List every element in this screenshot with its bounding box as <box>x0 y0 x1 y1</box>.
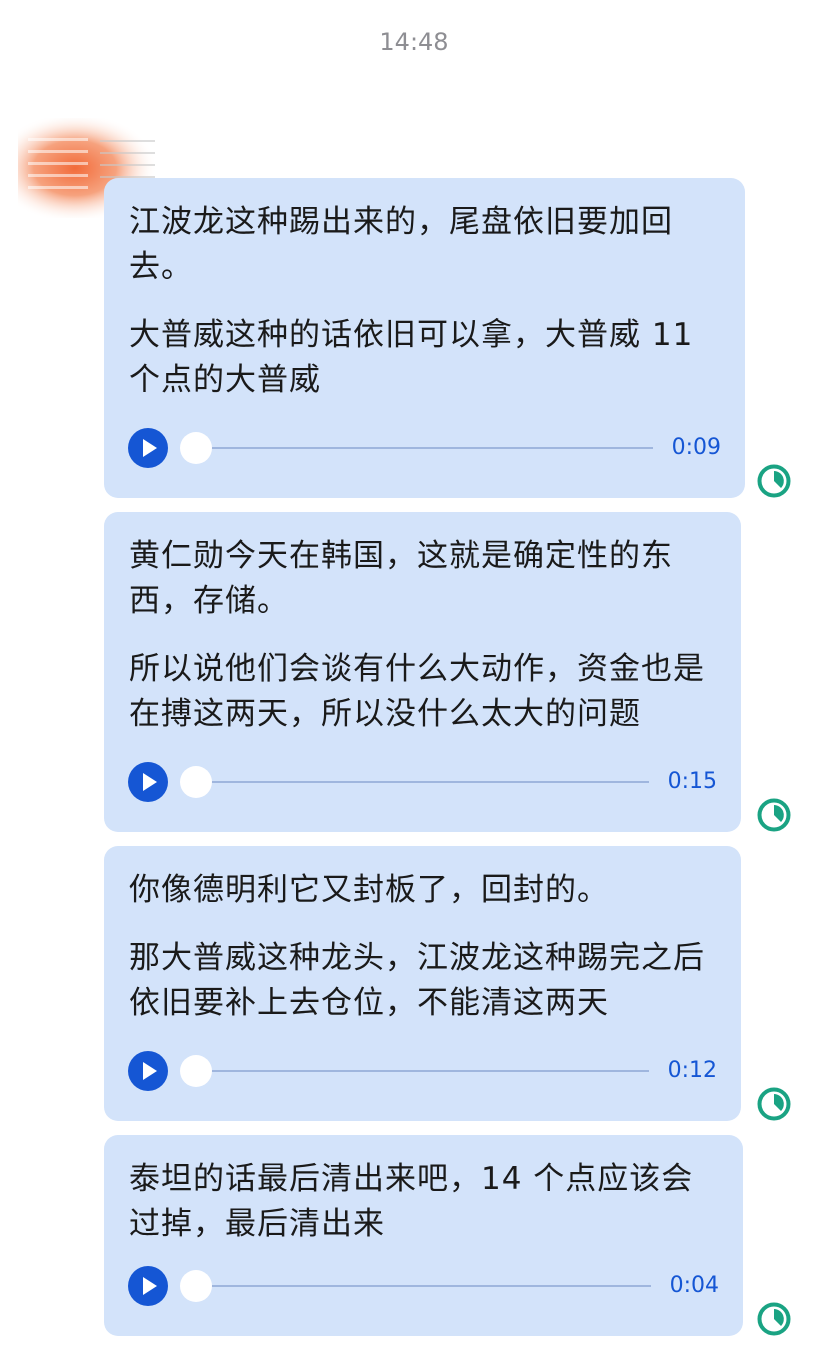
audio-scrubber-handle[interactable] <box>180 766 212 798</box>
transcript-paragraph: 泰坦的话最后清出来吧，14 个点应该会过掉，最后清出来 <box>129 1161 694 1242</box>
audio-progress-track[interactable] <box>188 447 653 449</box>
voice-player: 0:04 <box>128 1266 719 1306</box>
play-icon <box>143 1062 157 1080</box>
audio-duration: 0:04 <box>669 1273 719 1298</box>
play-button[interactable] <box>128 428 168 468</box>
play-button[interactable] <box>128 1266 168 1306</box>
audio-duration: 0:12 <box>667 1058 717 1083</box>
clock-status-icon <box>757 464 791 498</box>
audio-progress-track[interactable] <box>188 781 649 783</box>
play-icon <box>143 773 157 791</box>
clock-status-icon <box>757 798 791 832</box>
play-button[interactable] <box>128 762 168 802</box>
play-icon <box>143 439 157 457</box>
play-button[interactable] <box>128 1051 168 1091</box>
transcript-paragraph: 你像德明利它又封板了，回封的。 <box>129 872 609 908</box>
audio-progress-track[interactable] <box>188 1285 651 1287</box>
clock-status-icon <box>757 1302 791 1336</box>
audio-duration: 0:15 <box>667 769 717 794</box>
transcript-paragraph: 江波龙这种踢出来的，尾盘依旧要加回去。 <box>129 204 673 285</box>
voice-message-bubble[interactable]: 黄仁勋今天在韩国，这就是确定性的东西，存储。 所以说他们会谈有什么大动作，资金也… <box>104 512 741 832</box>
clock-status-icon <box>757 1087 791 1121</box>
transcript-paragraph: 那大普威这种龙头，江波龙这种踢完之后依旧要补上去仓位，不能清这两天 <box>129 940 705 1021</box>
transcript-paragraph: 黄仁勋今天在韩国，这就是确定性的东西，存储。 <box>129 538 673 619</box>
audio-scrubber-handle[interactable] <box>180 1270 212 1302</box>
play-icon <box>143 1277 157 1295</box>
transcript-paragraph: 所以说他们会谈有什么大动作，资金也是在搏这两天，所以没什么太大的问题 <box>129 651 705 732</box>
audio-scrubber-handle[interactable] <box>180 1055 212 1087</box>
transcript-paragraph: 大普威这种的话依旧可以拿，大普威 11 个点的大普威 <box>129 317 694 398</box>
voice-player: 0:15 <box>128 762 717 802</box>
audio-progress-track[interactable] <box>188 1070 649 1072</box>
voice-message-bubble[interactable]: 泰坦的话最后清出来吧，14 个点应该会过掉，最后清出来 0:04 <box>104 1135 743 1336</box>
voice-player: 0:09 <box>128 428 721 468</box>
voice-message-bubble[interactable]: 你像德明利它又封板了，回封的。 那大普威这种龙头，江波龙这种踢完之后依旧要补上去… <box>104 846 741 1121</box>
audio-duration: 0:09 <box>671 435 721 460</box>
voice-message-bubble[interactable]: 江波龙这种踢出来的，尾盘依旧要加回去。 大普威这种的话依旧可以拿，大普威 11 … <box>104 178 745 498</box>
voice-player: 0:12 <box>128 1051 717 1091</box>
audio-scrubber-handle[interactable] <box>180 432 212 464</box>
message-timestamp: 14:48 <box>379 28 449 56</box>
